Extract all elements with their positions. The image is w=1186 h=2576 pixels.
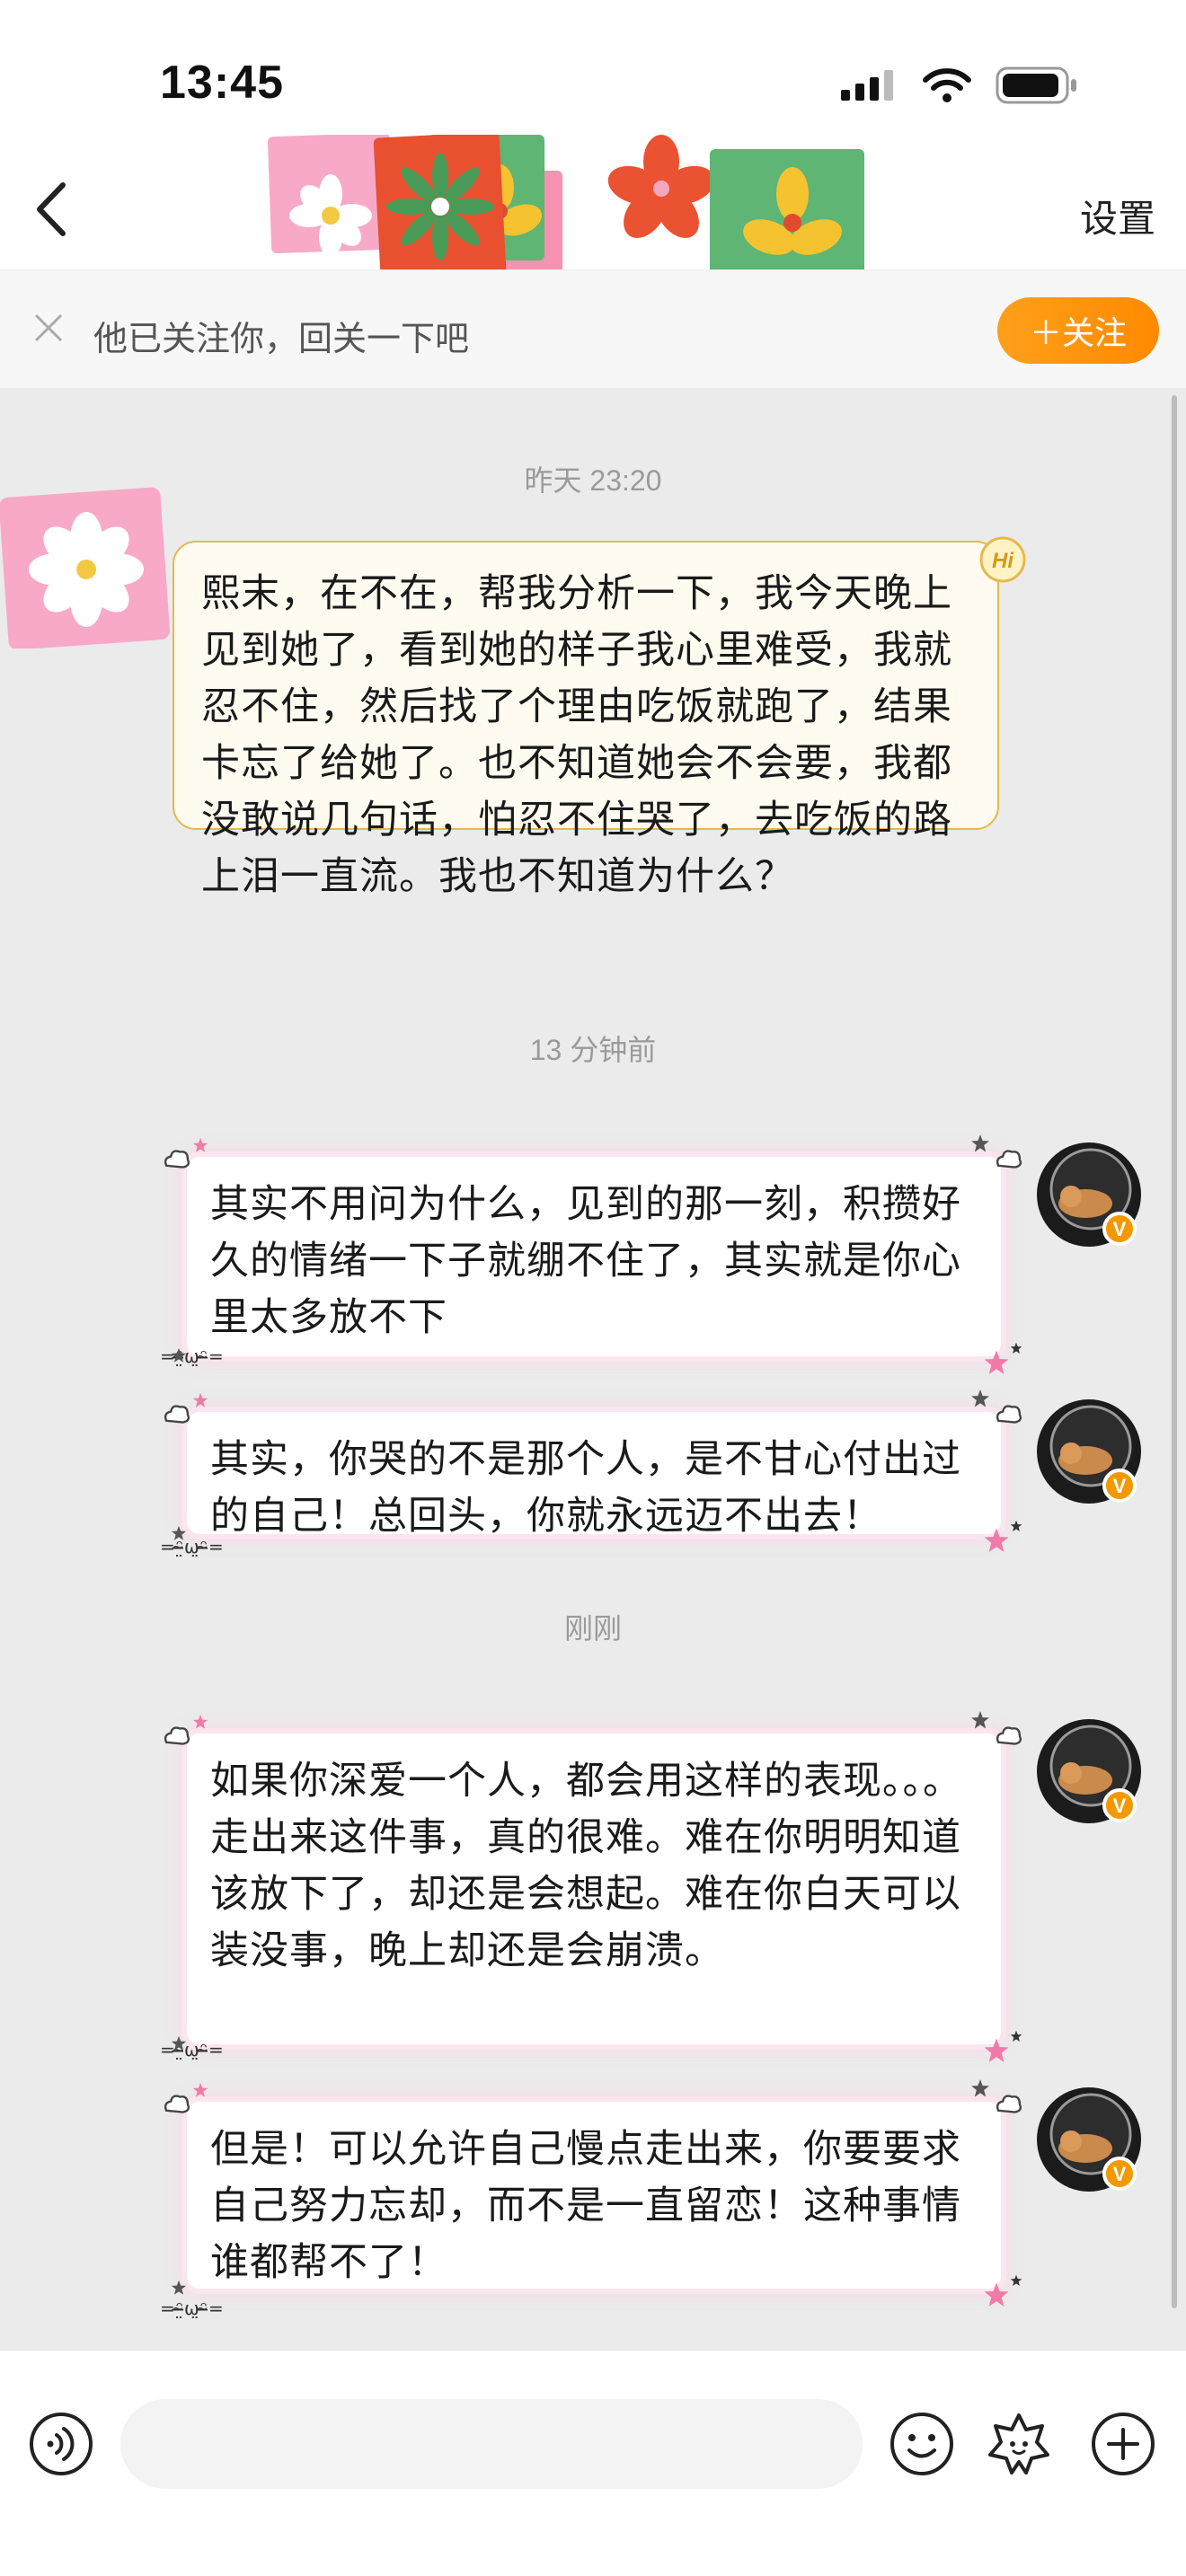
star-decoration: [171, 2280, 187, 2295]
star-decoration: [192, 1714, 208, 1729]
back-icon[interactable]: [27, 178, 81, 241]
outgoing-message[interactable]: 如果你深爱一个人，都会用这样的表现。。。 走出来这件事，真的很难。难在你明明知道…: [187, 1734, 1001, 2044]
emoji-icon[interactable]: [888, 2410, 956, 2478]
chat-header: 设置: [0, 135, 1186, 305]
contact-avatar[interactable]: [0, 487, 171, 648]
avatar-image: V: [1037, 1399, 1141, 1504]
outgoing-message[interactable]: 但是！可以允许自己慢点走出来，你要要求自己努力忘却，而不是一直留恋！这种事情谁都…: [187, 2102, 1001, 2289]
kaomoji-decoration: =ᵔ̴̶̤ω̤ᵔ̴̶=: [160, 1536, 225, 1557]
message-input[interactable]: [120, 2399, 863, 2489]
plus-icon[interactable]: [1089, 2410, 1157, 2478]
timestamp: 刚刚: [563, 1612, 622, 1645]
star-decoration: [984, 1528, 1009, 1552]
star-decoration: [971, 1711, 989, 1729]
star-decoration: [192, 2082, 208, 2097]
signal-icon: [841, 70, 893, 101]
verified-badge: V: [1113, 2163, 1127, 2185]
verified-badge: V: [1113, 1218, 1127, 1240]
message-text: 如果你深爱一个人，都会用这样的表现。。。 走出来这件事，真的很难。难在你明明知道…: [210, 1760, 962, 1972]
cloud-decoration: [164, 1150, 190, 1169]
star-decoration: [1010, 2030, 1022, 2042]
cloud-decoration: [164, 1405, 190, 1424]
chat-area[interactable]: 昨天 23:20 熙末，在不在，帮我分析一下，我今天晚上见到她了，看到她的样子我…: [0, 388, 1186, 2350]
input-bar: [0, 2350, 1186, 2576]
message-text: 其实不用问为什么，见到的那一刻，积攒好久的情绪一下子就绷不住了，其实就是你心里太…: [210, 1183, 961, 1339]
star-decoration: [171, 1525, 187, 1540]
avatar-image: V: [1037, 2087, 1141, 2192]
timestamp: 昨天 23:20: [524, 464, 662, 497]
verified-badge: V: [1113, 1795, 1127, 1817]
user-avatar[interactable]: V: [1033, 2084, 1145, 2195]
avatar-image: V: [1037, 1719, 1141, 1823]
star-decoration: [984, 2282, 1009, 2307]
star-decoration: [192, 1137, 208, 1152]
cloud-decoration: [996, 1150, 1022, 1169]
star-decoration: [984, 2038, 1009, 2062]
cloud-decoration: [996, 2095, 1022, 2113]
scrollbar[interactable]: [1172, 395, 1177, 2308]
star-decoration: [984, 1350, 1009, 1374]
star-decoration: [1010, 1520, 1022, 1532]
star-decoration: [971, 1389, 989, 1407]
star-decoration: [1010, 2274, 1022, 2287]
status-time: 13:45: [160, 57, 284, 109]
battery-icon: [996, 66, 1076, 104]
status-icons: [841, 66, 1078, 104]
user-avatar[interactable]: V: [1033, 1716, 1145, 1827]
incoming-message[interactable]: 熙末，在不在，帮我分析一下，我今天晚上见到她了，看到她的样子我心里难受，我就忍不…: [173, 541, 999, 898]
outgoing-message[interactable]: 其实不用问为什么，见到的那一刻，积攒好久的情绪一下子就绷不住了，其实就是你心里太…: [187, 1157, 1001, 1356]
sticker-icon[interactable]: [985, 2410, 1053, 2478]
message-text: 其实，你哭的不是那个人，是不甘心付出过的自己！总回头，你就永远迈不出去！: [210, 1438, 961, 1538]
hi-badge-icon: Hi: [979, 536, 1026, 583]
star-decoration: [971, 2079, 989, 2097]
message-text: 熙末，在不在，帮我分析一下，我今天晚上见到她了，看到她的样子我心里难受，我就忍不…: [201, 572, 952, 898]
status-bar: 13:45: [0, 0, 1186, 135]
outgoing-message[interactable]: 其实，你哭的不是那个人，是不甘心付出过的自己！总回头，你就永远迈不出去！: [187, 1412, 1001, 1538]
close-icon[interactable]: [31, 310, 66, 346]
star-decoration: [971, 1134, 989, 1152]
wifi-icon: [923, 68, 971, 102]
star-decoration: [171, 1347, 187, 1363]
message-text: 但是！可以允许自己慢点走出来，你要要求自己努力忘却，而不是一直留恋！这种事情谁都…: [210, 2128, 961, 2284]
hi-badge-text: Hi: [992, 549, 1014, 573]
follow-banner: 他已关注你，回关一下吧 ＋关注: [0, 269, 1186, 388]
settings-button[interactable]: 设置: [1080, 189, 1155, 243]
kaomoji-decoration: =ᵔ̴̶̤ω̤ᵔ̴̶=: [160, 1345, 225, 1367]
follow-banner-text: 他已关注你，回关一下吧: [93, 321, 470, 358]
timestamp: 13 分钟前: [529, 1034, 657, 1066]
cloud-decoration: [996, 1726, 1022, 1745]
cloud-decoration: [164, 2095, 190, 2113]
star-decoration: [171, 2035, 187, 2051]
user-avatar[interactable]: V: [1033, 1139, 1145, 1250]
star-decoration: [1010, 1342, 1022, 1354]
verified-badge: V: [1113, 1475, 1127, 1497]
cloud-decoration: [164, 1726, 190, 1745]
user-avatar[interactable]: V: [1033, 1396, 1145, 1507]
star-decoration: [192, 1392, 208, 1407]
kaomoji-decoration: =ᵔ̴̶̤ω̤ᵔ̴̶=: [160, 2039, 225, 2060]
voice-icon[interactable]: [27, 2410, 95, 2478]
follow-button[interactable]: ＋关注: [997, 297, 1159, 364]
avatar-image: V: [1037, 1142, 1141, 1247]
kaomoji-decoration: =ᵔ̴̶̤ω̤ᵔ̴̶=: [160, 2298, 225, 2319]
cloud-decoration: [996, 1405, 1022, 1424]
